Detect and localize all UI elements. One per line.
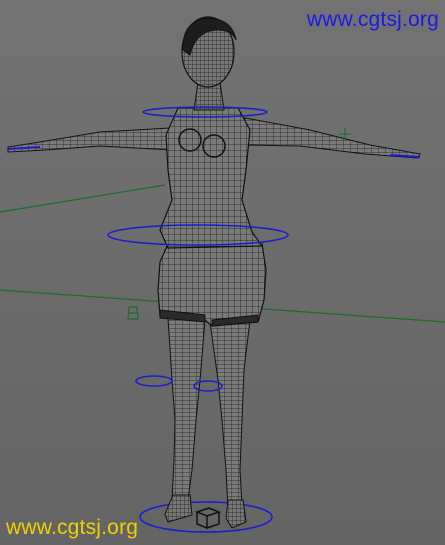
scene-canvas[interactable]	[0, 0, 445, 545]
watermark-top: www.cgtsj.org	[306, 8, 439, 31]
knee-control-ring[interactable]	[135, 375, 173, 387]
right-leg-mesh[interactable]	[209, 319, 251, 509]
left-foot-mesh[interactable]	[164, 494, 193, 523]
maya-3d-viewport[interactable]: www.cgtsj.org www.cgtsj.org	[0, 0, 445, 545]
light-locator-icon[interactable]	[127, 306, 139, 320]
right-foot-mesh[interactable]	[225, 499, 247, 529]
left-leg-mesh[interactable]	[167, 317, 206, 501]
right-arm-mesh[interactable]	[244, 117, 421, 159]
root-cube-icon[interactable]	[194, 507, 222, 530]
watermark-bottom: www.cgtsj.org	[6, 516, 139, 539]
grid-line	[0, 184, 166, 213]
